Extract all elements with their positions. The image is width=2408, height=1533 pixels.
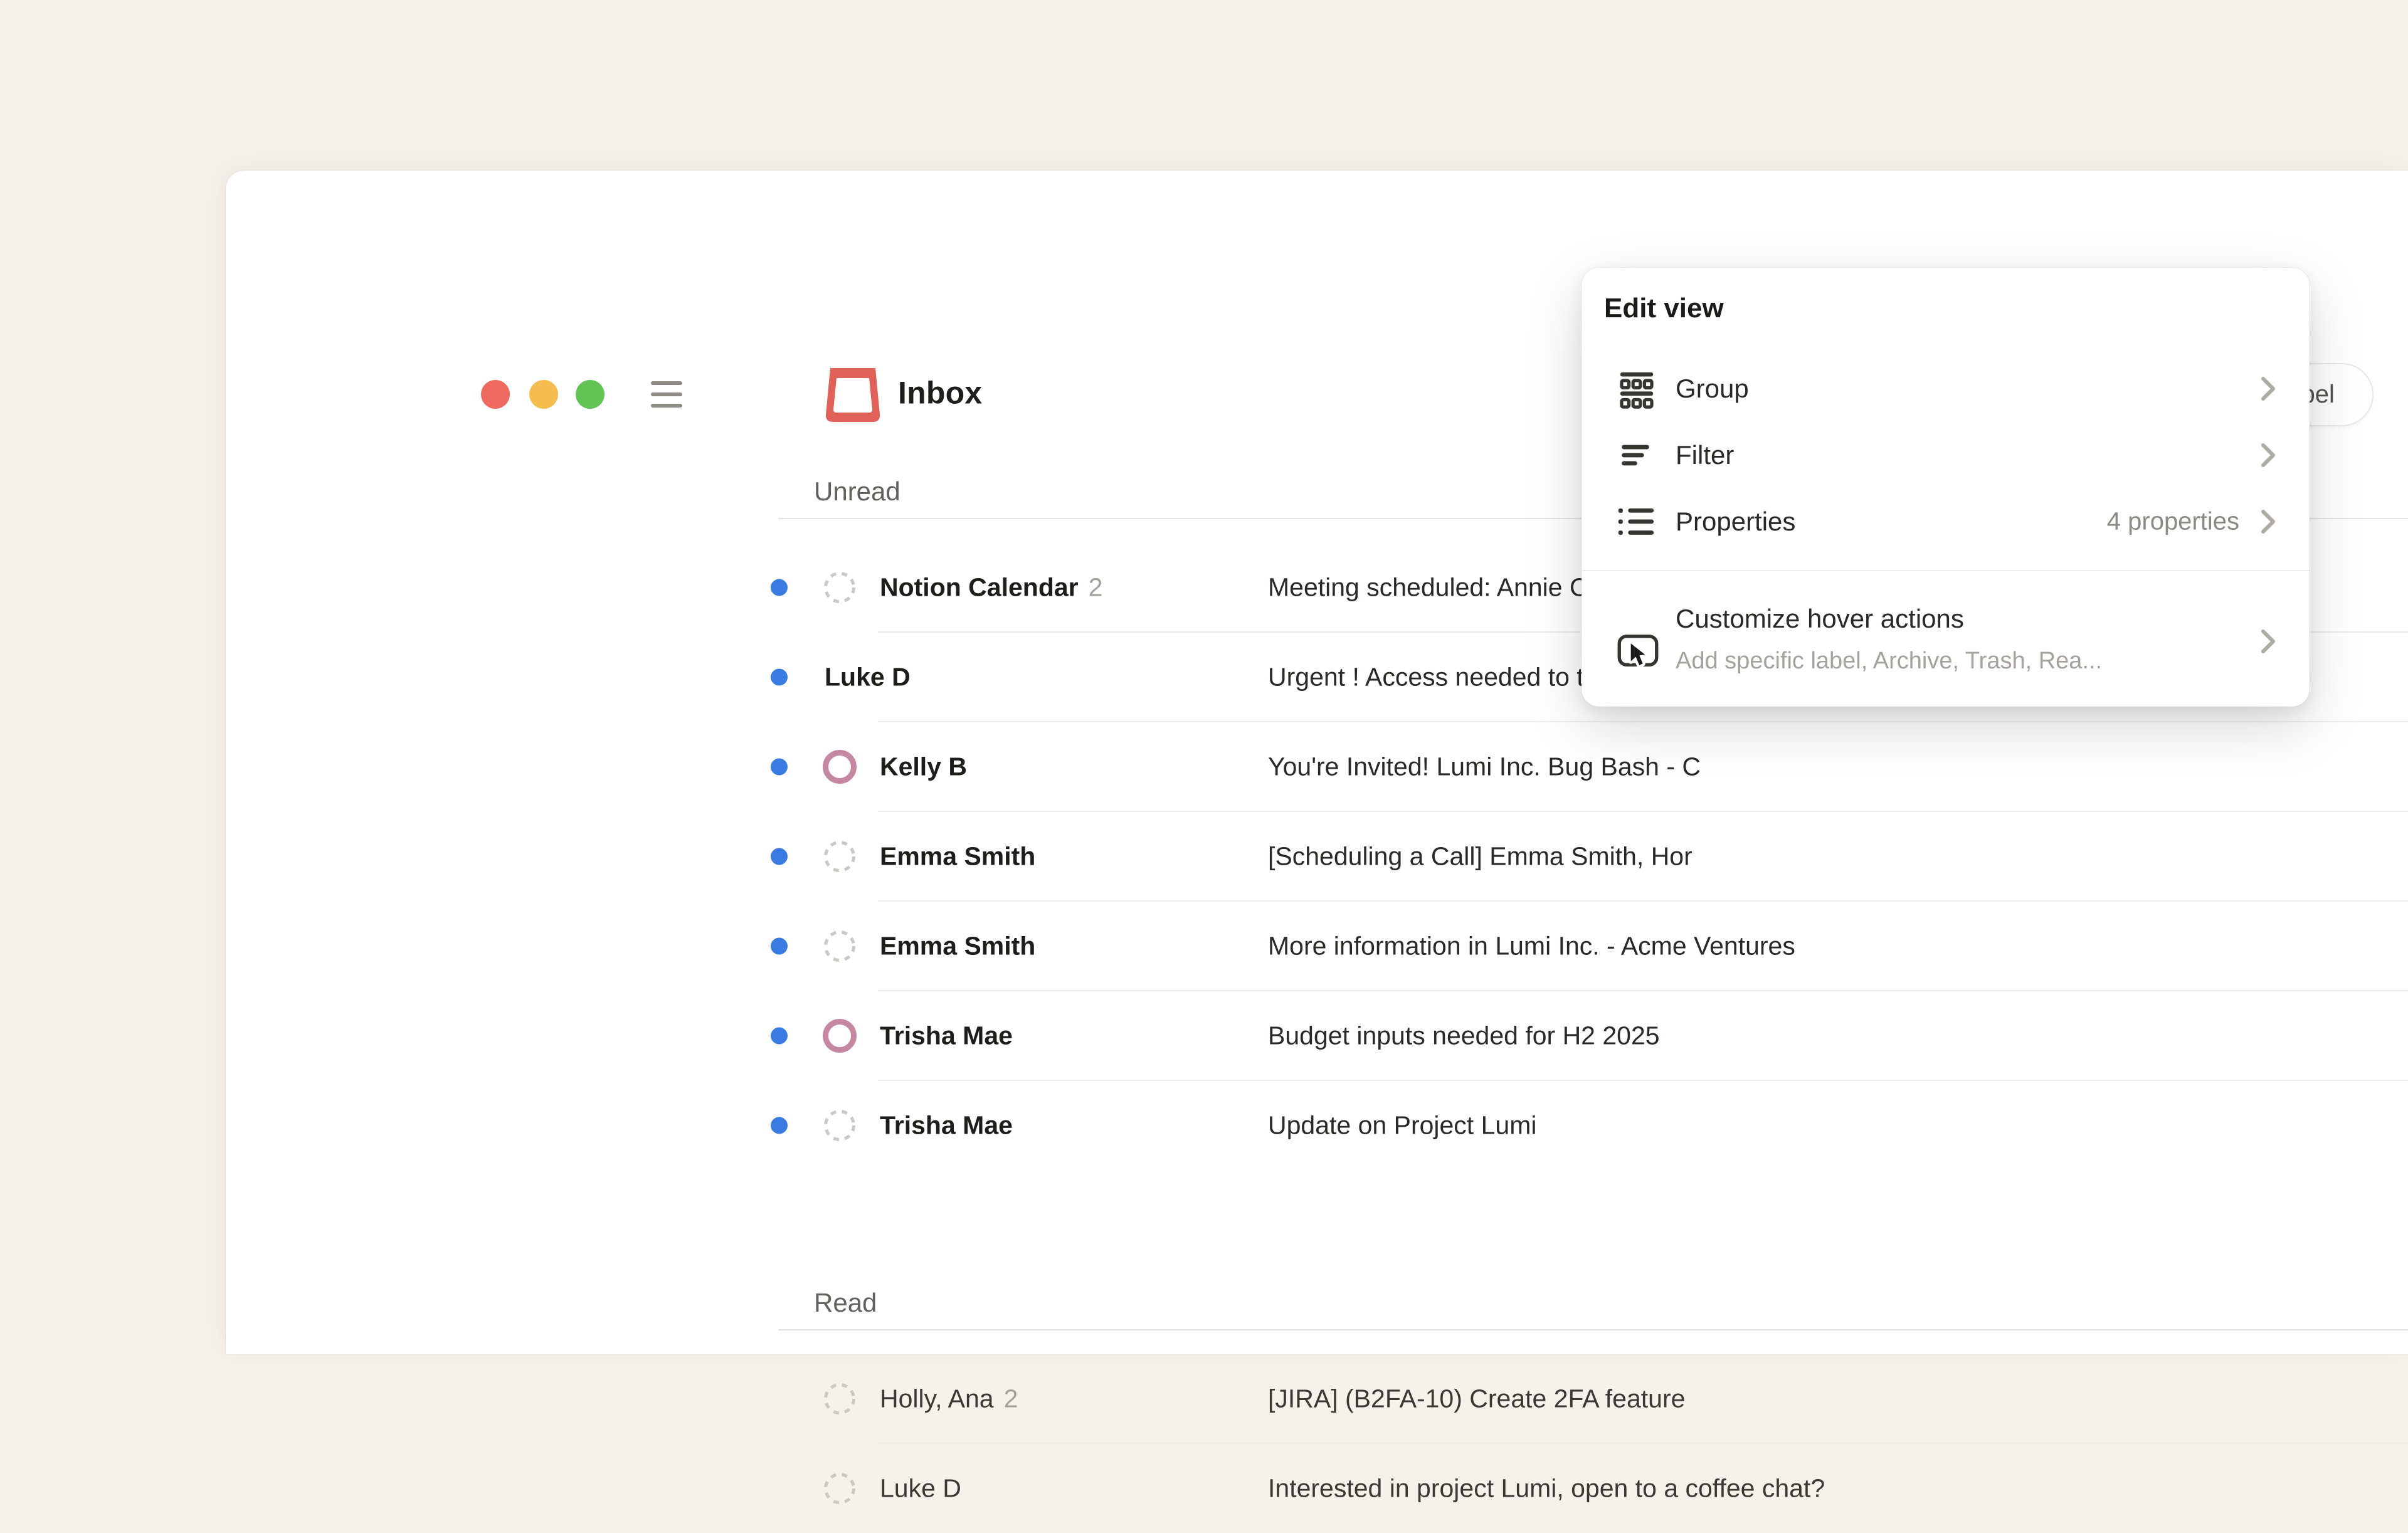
section-read: Read Holly, Ana2 [JIRA] (B2FA-10) Create… (778, 1277, 2408, 1533)
hover-cursor-icon (1617, 633, 1659, 670)
avatar[interactable] (822, 1381, 857, 1416)
email-subject: [Scheduling a Call] Emma Smith, Hor (1268, 841, 1692, 871)
chevron-right-icon (2259, 628, 2277, 655)
avatar[interactable] (822, 929, 857, 964)
edit-view-popup: Edit view Group (1582, 268, 2310, 707)
email-row[interactable]: Emma Smith [Scheduling a Call] Emma Smit… (778, 811, 2408, 901)
sender-name: Notion Calendar2 (880, 572, 1102, 602)
chevron-right-icon (2259, 375, 2277, 403)
chevron-right-icon (2259, 508, 2277, 535)
avatar[interactable] (822, 1108, 857, 1143)
email-row[interactable]: Trisha Mae Budget inputs needed for H2 2… (778, 991, 2408, 1080)
section-header: Read (778, 1277, 2408, 1329)
inbox-icon (823, 363, 883, 426)
menu-hamburger-icon[interactable] (651, 379, 682, 410)
sender-name: Emma Smith (880, 841, 1035, 871)
email-subject: Interested in project Lumi, open to a co… (1268, 1473, 1825, 1503)
menu-item-properties[interactable]: Properties 4 properties (1582, 488, 2310, 555)
menu-item-value: 4 properties (2107, 508, 2239, 536)
unread-dot-icon (771, 848, 788, 865)
sender-name: Luke D (825, 662, 911, 692)
menu-item-group[interactable]: Group (1582, 356, 2310, 422)
unread-dot-icon (771, 758, 788, 775)
email-subject: More information in Lumi Inc. - Acme Ven… (1268, 931, 1795, 961)
email-row[interactable]: Holly, Ana2 [JIRA] (B2FA-10) Create 2FA … (778, 1354, 2408, 1443)
email-subject: Budget inputs needed for H2 2025 (1268, 1021, 1660, 1050)
avatar[interactable] (822, 839, 857, 874)
unread-dot-icon (771, 1117, 788, 1134)
email-row[interactable]: Trisha Mae Update on Project Lumi Mar 6 (778, 1080, 2408, 1170)
menu-item-filter[interactable]: Filter (1582, 422, 2310, 488)
filter-icon (1617, 436, 1654, 474)
email-row[interactable]: Emma Smith More information in Lumi Inc.… (778, 901, 2408, 991)
avatar[interactable] (822, 749, 857, 784)
avatar[interactable] (822, 570, 857, 605)
traffic-close-button[interactable] (481, 380, 510, 409)
menu-item-customize-hover-actions[interactable]: Customize hover actions Add specific lab… (1582, 581, 2310, 700)
desktop: Inbox Auto label (0, 0, 2408, 1354)
avatar[interactable] (822, 1018, 857, 1053)
email-subject: Update on Project Lumi (1268, 1110, 1536, 1140)
properties-icon (1617, 505, 1656, 539)
sender-name: Luke D (880, 1473, 961, 1503)
group-icon (1617, 369, 1657, 409)
menu-item-label: Customize hover actions (1676, 604, 1964, 634)
avatar[interactable] (822, 1471, 857, 1506)
menu-item-label: Properties (1676, 507, 1795, 537)
popup-divider (1582, 570, 2310, 571)
thread-count: 2 (1089, 572, 1103, 601)
unread-dot-icon (771, 668, 788, 685)
chevron-right-icon (2259, 441, 2277, 469)
menu-item-subtitle: Add specific label, Archive, Trash, Rea.… (1676, 648, 2102, 675)
menu-item-label: Group (1676, 374, 1749, 404)
page-title: Inbox (898, 375, 982, 411)
sender-name: Emma Smith (880, 931, 1035, 961)
unread-dot-icon (771, 937, 788, 954)
email-subject: You're Invited! Lumi Inc. Bug Bash - C (1268, 752, 1701, 781)
sender-name: Kelly B (880, 752, 967, 781)
email-subject: [JIRA] (B2FA-10) Create 2FA feature (1268, 1384, 1685, 1413)
menu-item-label: Filter (1676, 440, 1734, 470)
unread-dot-icon (771, 579, 788, 596)
popup-title: Edit view (1604, 293, 1724, 324)
traffic-zoom-button[interactable] (576, 380, 605, 409)
thread-count: 2 (1004, 1384, 1018, 1413)
traffic-minimize-button[interactable] (529, 380, 558, 409)
sender-name: Trisha Mae (880, 1110, 1013, 1140)
unread-dot-icon (771, 1027, 788, 1044)
sender-name: Trisha Mae (880, 1021, 1013, 1050)
email-row[interactable]: Luke D Interested in project Lumi, open … (778, 1443, 2408, 1533)
email-row[interactable]: Kelly B You're Invited! Lumi Inc. Bug Ba… (778, 722, 2408, 811)
sender-name: Holly, Ana2 (880, 1384, 1018, 1413)
